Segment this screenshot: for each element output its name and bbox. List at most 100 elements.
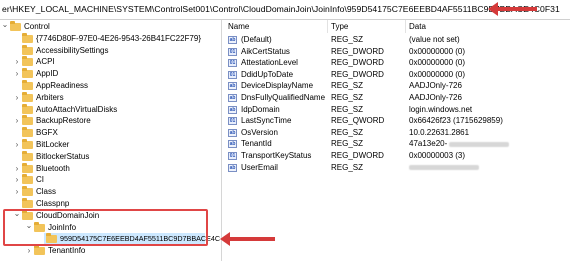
chevron-right-icon[interactable] [13, 104, 21, 116]
address-arrow-annotation [488, 2, 537, 16]
chevron-right-icon[interactable]: › [13, 68, 21, 80]
chevron-right-icon[interactable]: › [13, 92, 21, 104]
tree-item-label: TenantInfo [48, 246, 86, 256]
tree-item-label: Class [36, 187, 57, 197]
chevron-right-icon[interactable]: › [13, 139, 21, 151]
value-type: REG_SZ [331, 81, 364, 91]
chevron-right-icon[interactable] [13, 80, 21, 92]
chevron-right-icon[interactable]: › [13, 174, 21, 186]
value-row[interactable]: 01 AttestationLevel REG_DWORD 0x00000000 (0… [222, 57, 570, 69]
tree-item[interactable]: AppReadiness [0, 80, 220, 92]
value-data-text: AADJOnly-726 [409, 81, 462, 91]
column-header-type[interactable]: Type [331, 20, 348, 33]
value-type: REG_DWORD [331, 151, 384, 160]
tree-item[interactable]: › Class [0, 186, 220, 198]
column-separator[interactable] [327, 20, 328, 33]
value-row[interactable]: ab TenantId REG_SZ 47a13e20- [222, 138, 570, 150]
value-data-text: 0x00000000 (0) [409, 69, 466, 79]
tree-item[interactable]: AccessibilitySettings [0, 44, 220, 57]
value-name: AttestationLevel [241, 58, 298, 68]
binary-value-icon: 01 [228, 152, 237, 160]
tree-item-label: BGFX [36, 128, 58, 138]
value-data: 47a13e20- [409, 138, 510, 150]
folder-icon [22, 174, 33, 185]
value-data: AADJOnly-726 [409, 80, 462, 92]
folder-icon [22, 44, 33, 55]
tree-item[interactable]: › TenantInfo [0, 245, 220, 257]
value-type: REG_DWORD [331, 58, 384, 68]
chevron-right-icon[interactable]: › [13, 115, 21, 127]
binary-value-icon: 01 [228, 47, 237, 56]
tree-item[interactable]: › Arbiters [0, 91, 220, 104]
tree-item[interactable]: › AppID [0, 68, 220, 80]
address-bar[interactable]: er\HKEY_LOCAL_MACHINE\SYSTEM\ControlSet0… [0, 0, 570, 20]
value-name: UserEmail [241, 162, 278, 172]
folder-icon [10, 21, 21, 31]
chevron-down-icon[interactable]: ⌄ [1, 21, 9, 33]
value-data: AADJOnly-726 [409, 92, 462, 104]
value-row[interactable]: ab UserEmail REG_SZ [222, 162, 570, 174]
value-row[interactable]: 01 AikCertStatus REG_DWORD 0x00000000 (0) [222, 46, 570, 58]
value-data: 0x00000003 (3) [409, 150, 465, 162]
address-path[interactable]: er\HKEY_LOCAL_MACHINE\SYSTEM\ControlSet0… [2, 4, 560, 14]
tree-item[interactable]: › CI [0, 174, 220, 186]
tree-item-label: Bluetooth [36, 163, 70, 173]
tree-item[interactable]: › BitLocker [0, 139, 220, 151]
chevron-right-icon[interactable] [13, 45, 21, 57]
value-row[interactable]: ab DnsFullyQualifiedName REG_SZ AADJOnly-72… [222, 92, 570, 104]
string-value-icon: ab [228, 140, 237, 149]
value-row[interactable]: ab IdpDomain REG_SZ login.windows.net [222, 104, 570, 116]
registry-values-pane[interactable]: Name Type Data ab (Default) REG_SZ (value n… [222, 20, 570, 261]
value-row[interactable]: ab (Default) REG_SZ (value not set) [222, 34, 570, 46]
value-data-text: 47a13e20- [409, 139, 448, 149]
chevron-right-icon[interactable]: › [13, 163, 21, 175]
chevron-right-icon[interactable]: › [13, 186, 21, 198]
tree-item-label: Arbiters [36, 92, 64, 102]
chevron-right-icon[interactable]: › [25, 245, 33, 257]
tree-item-label: {7746D80F-97E0-4E26-9543-26B41FC22F79} [36, 33, 202, 43]
folder-icon [22, 68, 33, 79]
chevron-right-icon[interactable] [13, 151, 21, 163]
value-row[interactable]: 01 TransportKeyStatus REG_DWORD 0x00000003 … [222, 150, 570, 162]
chevron-right-icon[interactable]: › [13, 56, 21, 68]
binary-value-icon: 01 [228, 59, 237, 68]
column-separator[interactable] [405, 20, 406, 33]
value-row[interactable]: ab DeviceDisplayName REG_SZ AADJOnly-726 [222, 80, 570, 92]
value-data-text: 0x00000000 (0) [409, 46, 466, 56]
value-row[interactable]: 01 DdidUpToDate REG_DWORD 0x00000000 (0) [222, 69, 570, 81]
value-type: REG_SZ [331, 127, 364, 137]
value-row[interactable]: ab OsVersion REG_SZ 10.0.22631.2861 [222, 127, 570, 139]
value-name: OsVersion [241, 127, 278, 137]
column-header-data[interactable]: Data [409, 20, 426, 33]
tree-item[interactable]: › BackupRestore [0, 115, 220, 127]
string-value-icon: ab [228, 94, 237, 102]
value-name: IdpDomain [241, 104, 280, 114]
column-header-name[interactable]: Name [228, 20, 249, 33]
tree-item[interactable]: {7746D80F-97E0-4E26-9543-26B41FC22F79} [0, 32, 220, 45]
value-type: REG_DWORD [331, 69, 384, 79]
string-value-icon: ab [228, 36, 237, 44]
binary-value-icon: 01 [228, 117, 237, 126]
folder-icon [22, 103, 33, 114]
value-type: REG_DWORD [331, 46, 384, 56]
value-data-text: AADJOnly-726 [409, 93, 462, 102]
chevron-right-icon[interactable] [13, 127, 21, 139]
tree-item[interactable]: › ACPI [0, 56, 220, 68]
chevron-right-icon[interactable] [13, 33, 21, 45]
tree-item[interactable]: AutoAttachVirtualDisks [0, 103, 220, 116]
value-row[interactable]: 01 LastSyncTime REG_QWORD 0x66426f23 (17156… [222, 115, 570, 127]
string-value-icon: ab [228, 163, 237, 172]
tree-item-label: BitLocker [36, 140, 70, 149]
folder-icon [22, 80, 33, 90]
redacted-blur [449, 141, 510, 147]
value-data-text: 10.0.22631.2861 [409, 127, 470, 137]
value-data-text: 0x66426f23 (1715629859) [409, 116, 503, 126]
folder-icon [22, 162, 33, 173]
tree-item[interactable]: › Bluetooth [0, 162, 220, 175]
tree-item[interactable]: BitlockerStatus [0, 150, 220, 163]
tree-item[interactable]: BGFX [0, 127, 220, 139]
folder-icon [22, 139, 33, 149]
tree-item[interactable]: ⌄ Control [0, 21, 220, 33]
value-name: DnsFullyQualifiedName [241, 93, 326, 102]
value-data: 0x66426f23 (1715629859) [409, 115, 503, 127]
